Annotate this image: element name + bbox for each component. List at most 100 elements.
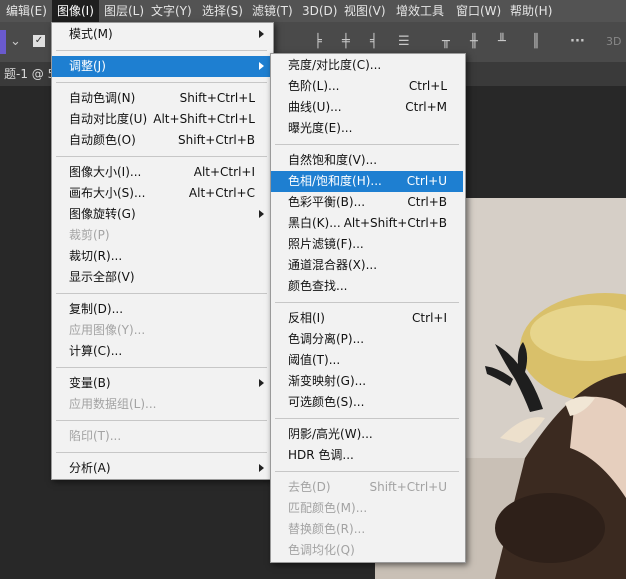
menu-item-shortcut: Alt+Shift+Ctrl+L: [153, 112, 255, 126]
adjust-menu-item[interactable]: 自然饱和度(V)...: [271, 150, 463, 171]
adjust-menu-item[interactable]: HDR 色调...: [271, 445, 463, 466]
image-menu-item: 应用图像(Y)...: [52, 320, 271, 341]
menu-item-label: 陷印(T)...: [69, 429, 122, 443]
adjust-menu-item[interactable]: 通道混合器(X)...: [271, 255, 463, 276]
align-right-icon[interactable]: ╡: [370, 34, 378, 50]
adjust-menu-item[interactable]: 渐变映射(G)...: [271, 371, 463, 392]
menu-item-label: 自动对比度(U): [69, 112, 148, 126]
image-menu: 模式(M) 调整(J) 自动色调(N) Shift+Ctrl+L 自动对比度(U) Alt…: [51, 22, 274, 480]
menu-item-label: 色阶(L)...: [288, 79, 340, 93]
adjust-menu-item[interactable]: 色相/饱和度(H)... Ctrl+U: [271, 171, 463, 192]
adjust-menu-item: 匹配颜色(M)...: [271, 498, 463, 519]
adjust-menu-item[interactable]: 色调分离(P)...: [271, 329, 463, 350]
menu-item-label: 图像旋转(G): [69, 207, 136, 221]
menu-item-label: 色调分离(P)...: [288, 332, 365, 346]
menu-item-label: 图像大小(I)...: [69, 165, 142, 179]
image-menu-item[interactable]: 复制(D)...: [52, 299, 271, 320]
adjust-menu-item: 去色(D) Shift+Ctrl+U: [271, 477, 463, 498]
align-bottom-icon[interactable]: ╨: [498, 34, 506, 50]
menu-item-label: 颜色查找...: [288, 279, 348, 293]
distribute-icon[interactable]: ☰: [398, 34, 410, 50]
image-menu-item[interactable]: 显示全部(V): [52, 267, 271, 288]
adjust-menu-item[interactable]: 色阶(L)... Ctrl+L: [271, 76, 463, 97]
adjust-menu-item[interactable]: 反相(I) Ctrl+I: [271, 308, 463, 329]
menu-separator: [56, 50, 267, 51]
menu-separator: [275, 302, 459, 303]
menu-edit[interactable]: 编辑(E): [6, 0, 47, 22]
image-menu-item[interactable]: 变量(B): [52, 373, 271, 394]
submenu-arrow-icon: [259, 30, 264, 38]
menu-item-label: 黑白(K)...: [288, 216, 341, 230]
menu-item-label: 变量(B): [69, 376, 111, 390]
menu-item-label: 色相/饱和度(H)...: [288, 174, 382, 188]
adjust-menu-item[interactable]: 色彩平衡(B)... Ctrl+B: [271, 192, 463, 213]
adjust-menu-item[interactable]: 阴影/高光(W)...: [271, 424, 463, 445]
adjust-menu-item: 色调均化(Q): [271, 540, 463, 561]
menu-select[interactable]: 选择(S): [202, 0, 243, 22]
adjust-menu-item[interactable]: 曝光度(E)...: [271, 118, 463, 139]
image-menu-item[interactable]: 分析(A): [52, 458, 271, 479]
submenu-arrow-icon: [259, 62, 264, 70]
menu-plugins[interactable]: 增效工具: [396, 0, 444, 22]
menu-separator: [56, 82, 267, 83]
menu-bar: 编辑(E) 图像(I) 图层(L) 文字(Y) 选择(S) 滤镜(T) 3D(D…: [0, 0, 626, 22]
antler-ornament: [485, 342, 543, 412]
checkbox-icon[interactable]: ✓: [33, 35, 45, 47]
menu-item-label: 自然饱和度(V)...: [288, 153, 378, 167]
menu-item-label: 自动色调(N): [69, 91, 136, 105]
adjust-menu-item[interactable]: 可选颜色(S)...: [271, 392, 463, 413]
adjust-menu-item[interactable]: 颜色查找...: [271, 276, 463, 297]
adjust-menu-item[interactable]: 曲线(U)... Ctrl+M: [271, 97, 463, 118]
menu-item-label: 复制(D)...: [69, 302, 124, 316]
image-menu-item[interactable]: 自动颜色(O) Shift+Ctrl+B: [52, 130, 271, 151]
image-menu-item: 应用数据组(L)...: [52, 394, 271, 415]
image-menu-item[interactable]: 图像旋转(G): [52, 204, 271, 225]
menu-item-label: 模式(M): [69, 27, 113, 41]
align-center-icon[interactable]: ╪: [342, 34, 350, 50]
menu-item-shortcut: Alt+Ctrl+I: [193, 165, 255, 179]
image-menu-item[interactable]: 计算(C)...: [52, 341, 271, 362]
menu-item-label: 照片滤镜(F)...: [288, 237, 364, 251]
menu-item-label: 阈值(T)...: [288, 353, 341, 367]
menu-item-label: 应用图像(Y)...: [69, 323, 146, 337]
image-menu-item[interactable]: 自动色调(N) Shift+Ctrl+L: [52, 88, 271, 109]
adjust-menu-item[interactable]: 亮度/对比度(C)...: [271, 55, 463, 76]
menu-help[interactable]: 帮助(H): [510, 0, 552, 22]
tool-preset-icon[interactable]: [0, 30, 6, 54]
menu-layer[interactable]: 图层(L): [104, 0, 144, 22]
submenu-arrow-icon: [259, 379, 264, 387]
adjust-menu-item[interactable]: 照片滤镜(F)...: [271, 234, 463, 255]
menu-window[interactable]: 窗口(W): [456, 0, 501, 22]
menu-item-label: 裁切(R)...: [69, 249, 123, 263]
adjust-menu-item[interactable]: 黑白(K)... Alt+Shift+Ctrl+B: [271, 213, 463, 234]
image-menu-item[interactable]: 裁切(R)...: [52, 246, 271, 267]
menu-type[interactable]: 文字(Y): [151, 0, 192, 22]
align-middle-icon[interactable]: ╫: [470, 34, 478, 50]
menu-item-label: 分析(A): [69, 461, 111, 475]
menu-item-label: 曝光度(E)...: [288, 121, 353, 135]
image-menu-item[interactable]: 模式(M): [52, 24, 271, 45]
distribute-vertical-icon[interactable]: ║: [532, 34, 540, 50]
menu-item-shortcut: Ctrl+M: [405, 100, 447, 114]
menu-item-shortcut: Alt+Shift+Ctrl+B: [343, 216, 447, 230]
menu-separator: [56, 156, 267, 157]
image-menu-item[interactable]: 自动对比度(U) Alt+Shift+Ctrl+L: [52, 109, 271, 130]
image-menu-item[interactable]: 画布大小(S)... Alt+Ctrl+C: [52, 183, 271, 204]
align-left-icon[interactable]: ╞: [314, 34, 322, 50]
image-menu-item[interactable]: 调整(J): [52, 56, 271, 77]
adjust-menu-item[interactable]: 阈值(T)...: [271, 350, 463, 371]
more-icon[interactable]: ···: [570, 34, 585, 50]
adjust-menu-item: 替换颜色(R)...: [271, 519, 463, 540]
image-menu-item: 陷印(T)...: [52, 426, 271, 447]
image-menu-item[interactable]: 图像大小(I)... Alt+Ctrl+I: [52, 162, 271, 183]
align-top-icon[interactable]: ╥: [442, 34, 450, 50]
menu-view[interactable]: 视图(V): [344, 0, 386, 22]
menu-separator: [275, 471, 459, 472]
mode-3d-label[interactable]: 3D: [606, 34, 621, 50]
menu-3d[interactable]: 3D(D): [302, 0, 337, 22]
chevron-down-icon[interactable]: ⌄: [10, 34, 21, 50]
menu-item-label: 替换颜色(R)...: [288, 522, 366, 536]
menu-item-label: 色调均化(Q): [288, 543, 355, 557]
menu-image[interactable]: 图像(I): [52, 0, 99, 22]
menu-filter[interactable]: 滤镜(T): [252, 0, 293, 22]
